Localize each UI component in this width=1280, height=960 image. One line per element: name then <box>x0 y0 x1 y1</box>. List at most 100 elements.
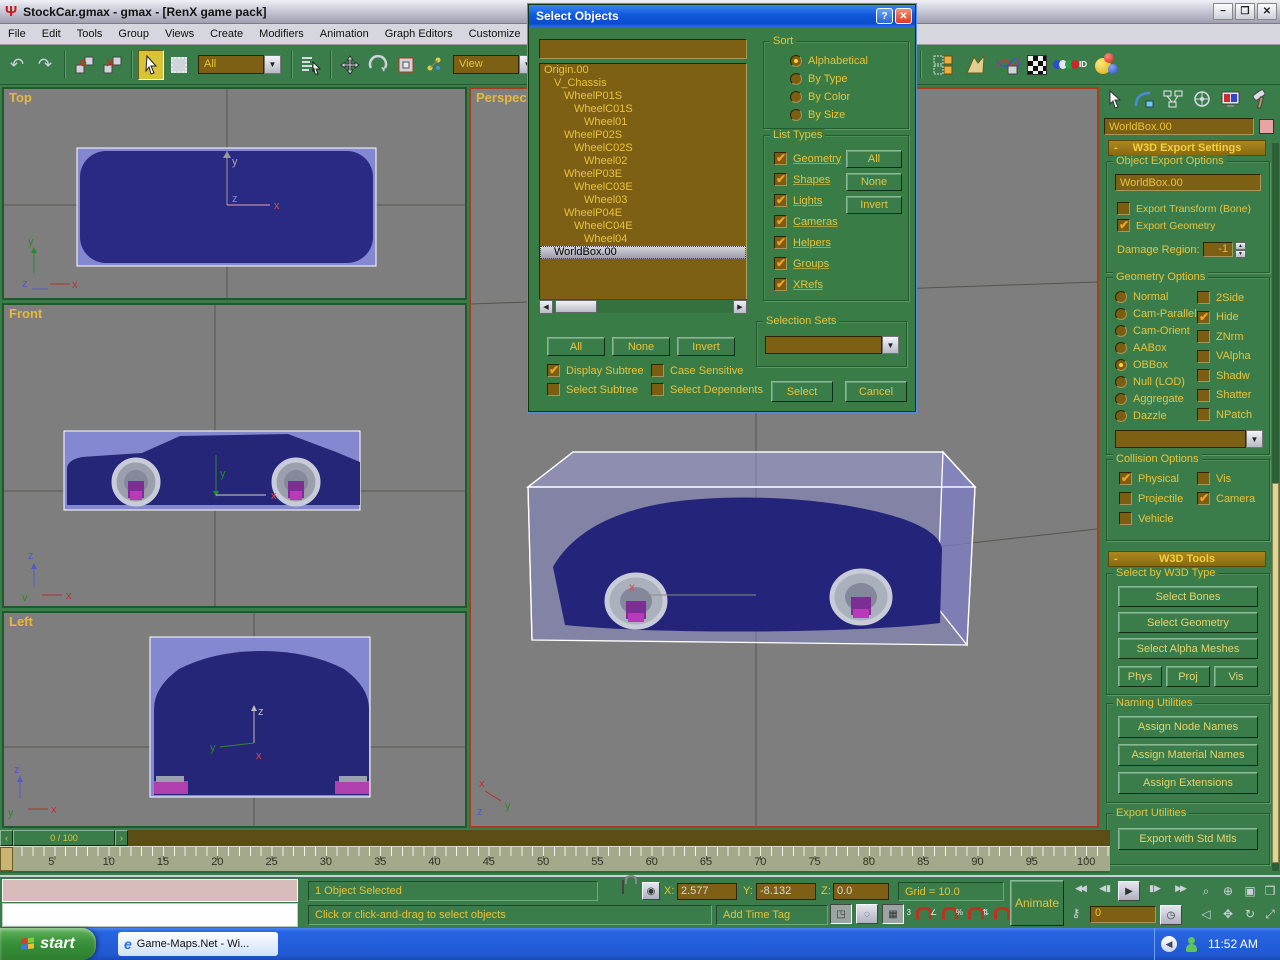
object-list[interactable]: Origin.00V_ChassisWheelP01SWheelC01SWhee… <box>539 63 747 313</box>
object-list-item[interactable]: WheelP04E <box>540 207 746 220</box>
geometry-radio-row[interactable]: OBBox <box>1115 356 1197 373</box>
array-icon[interactable] <box>931 50 957 80</box>
dropdown-arrow-icon[interactable]: ▼ <box>264 55 281 74</box>
object-list-item[interactable]: WheelP01S <box>540 90 746 103</box>
sort-option-row[interactable]: By Color <box>790 88 868 106</box>
collision-checkbox-row[interactable]: Camera <box>1197 490 1255 507</box>
go-to-end-icon[interactable] <box>1168 883 1192 894</box>
zoom-icon[interactable]: ⌕ <box>1196 881 1216 901</box>
export-option-checkbox-row[interactable]: Export Transform (Bone) <box>1117 200 1251 217</box>
hide-icons-chevron[interactable]: ◀ <box>1161 936 1177 952</box>
checkbox-icon[interactable] <box>547 364 560 377</box>
scroll-left-arrow[interactable]: ◀ <box>539 300 553 314</box>
geometry-extra-dropdown[interactable]: ▼ <box>1115 430 1263 448</box>
key-mode-icon[interactable] <box>1066 906 1086 920</box>
object-list-item[interactable]: V_Chassis <box>540 77 746 90</box>
start-button[interactable]: start <box>0 928 96 960</box>
geometry-checkbox-row[interactable]: Hide <box>1197 308 1252 328</box>
next-frame-arrow[interactable]: › <box>115 830 128 846</box>
utilities-tab-icon[interactable] <box>1247 87 1273 111</box>
w3d-select-small-button[interactable]: Vis <box>1214 666 1258 687</box>
object-filter-input[interactable] <box>539 39 747 59</box>
sort-option-row[interactable]: By Type <box>790 70 868 88</box>
render-icon[interactable] <box>1093 52 1119 78</box>
select-and-rotate-icon[interactable] <box>365 50 391 80</box>
checkbox-icon[interactable] <box>774 215 787 228</box>
dotted-sphere-icon[interactable]: ◌ <box>856 904 878 924</box>
go-to-start-icon[interactable] <box>1068 883 1092 894</box>
checkbox-icon[interactable] <box>547 383 560 396</box>
export-option-checkbox-row[interactable]: Export Geometry <box>1117 217 1251 234</box>
sort-option-row[interactable]: Alphabetical <box>790 52 868 70</box>
menu-item[interactable]: Modifiers <box>251 24 312 44</box>
reference-coord-value[interactable]: View <box>453 55 519 74</box>
object-list-item[interactable]: WheelP03E <box>540 168 746 181</box>
collision-checkbox-row[interactable]: Vis <box>1197 470 1255 487</box>
help-button[interactable]: ? <box>876 8 893 24</box>
unlink-icon[interactable] <box>99 50 125 80</box>
object-list-item[interactable]: Wheel02 <box>540 155 746 168</box>
list-type-row[interactable]: Geometry <box>774 148 841 169</box>
list-type-row[interactable]: Helpers <box>774 232 841 253</box>
export-name-field[interactable] <box>1115 174 1261 191</box>
reference-coord-combo[interactable]: View ▼ <box>453 55 536 74</box>
next-frame-icon[interactable] <box>1144 883 1166 894</box>
dialog-option-row[interactable]: Case Sensitive <box>651 363 763 378</box>
y-coordinate-field[interactable]: -8.132 <box>756 883 816 900</box>
damage-region-value[interactable]: -1 <box>1203 242 1233 257</box>
object-list-item[interactable]: Wheel03 <box>540 194 746 207</box>
checkbox-icon[interactable] <box>1197 350 1210 363</box>
checkbox-icon[interactable] <box>774 152 787 165</box>
select-and-scale-icon[interactable] <box>393 50 419 80</box>
zoom-extents-icon[interactable]: ▣ <box>1240 881 1260 901</box>
current-frame-field[interactable]: 0 <box>1090 906 1156 923</box>
selection-lock-icon[interactable] <box>622 880 624 894</box>
x-coordinate-field[interactable]: 2.577 <box>677 883 737 900</box>
maximize-button[interactable]: ❐ <box>1235 3 1255 20</box>
selection-sets-dropdown[interactable]: ▼ <box>765 336 899 354</box>
menu-item[interactable]: Group <box>110 24 157 44</box>
w3d-select-small-button[interactable]: Proj <box>1166 666 1210 687</box>
select-none-button[interactable]: None <box>612 337 670 356</box>
geometry-checkbox-row[interactable]: NPatch <box>1197 405 1252 425</box>
checkbox-icon[interactable] <box>1197 389 1210 402</box>
checkbox-icon[interactable] <box>1197 311 1210 324</box>
select-tab-icon[interactable] <box>1102 87 1128 111</box>
checkbox-icon[interactable] <box>1197 408 1210 421</box>
min-max-toggle-icon[interactable]: ⤢ <box>1260 904 1280 924</box>
dialog-close-button[interactable]: ✕ <box>895 8 912 24</box>
dialog-option-row[interactable]: Display Subtree <box>547 363 651 378</box>
prev-frame-arrow[interactable]: ‹ <box>0 830 13 846</box>
object-list-item[interactable]: WheelC04E <box>540 220 746 233</box>
checkbox-icon[interactable] <box>774 236 787 249</box>
menu-item[interactable]: Tools <box>69 24 111 44</box>
checkbox-icon[interactable] <box>1197 369 1210 382</box>
material-id-icon[interactable]: ID <box>1053 50 1087 80</box>
display-tab-icon[interactable] <box>1218 87 1244 111</box>
w3d-select-button[interactable]: Select Alpha Meshes <box>1118 638 1258 659</box>
geometry-checkbox-row[interactable]: Shadw <box>1197 366 1252 386</box>
cancel-button[interactable]: Cancel <box>845 381 907 402</box>
radio-icon[interactable] <box>1115 308 1127 320</box>
checkbox-icon[interactable] <box>1197 492 1210 505</box>
previous-frame-icon[interactable] <box>1094 883 1116 894</box>
select-by-name-icon[interactable] <box>298 50 324 80</box>
dialog-title-bar[interactable]: Select Objects ? ✕ <box>529 5 915 27</box>
geometry-radio-row[interactable]: Dazzle <box>1115 407 1197 424</box>
select-and-link-icon[interactable] <box>71 50 97 80</box>
radio-icon[interactable] <box>1115 342 1127 354</box>
list-types-invert-button[interactable]: Invert <box>846 196 902 214</box>
geometry-radio-row[interactable]: Cam-Orient <box>1115 322 1197 339</box>
dialog-option-row[interactable]: Select Dependents <box>651 382 763 397</box>
checkbox-icon[interactable] <box>774 173 787 186</box>
geometry-radio-row[interactable]: Aggregate <box>1115 390 1197 407</box>
w3d-select-button[interactable]: Select Geometry <box>1118 612 1258 633</box>
select-object-icon[interactable] <box>138 50 164 80</box>
hierarchy-tab-icon[interactable] <box>1160 87 1186 111</box>
zoom-all-icon[interactable]: ⊕ <box>1218 881 1238 901</box>
list-type-row[interactable]: Groups <box>774 253 841 274</box>
radio-icon[interactable] <box>1115 359 1127 371</box>
rollout-w3d-export-settings[interactable]: W3D Export Settings <box>1108 140 1266 156</box>
snaps-toggle-icon[interactable] <box>421 50 447 80</box>
viewport-front-label[interactable]: Front <box>9 306 42 321</box>
